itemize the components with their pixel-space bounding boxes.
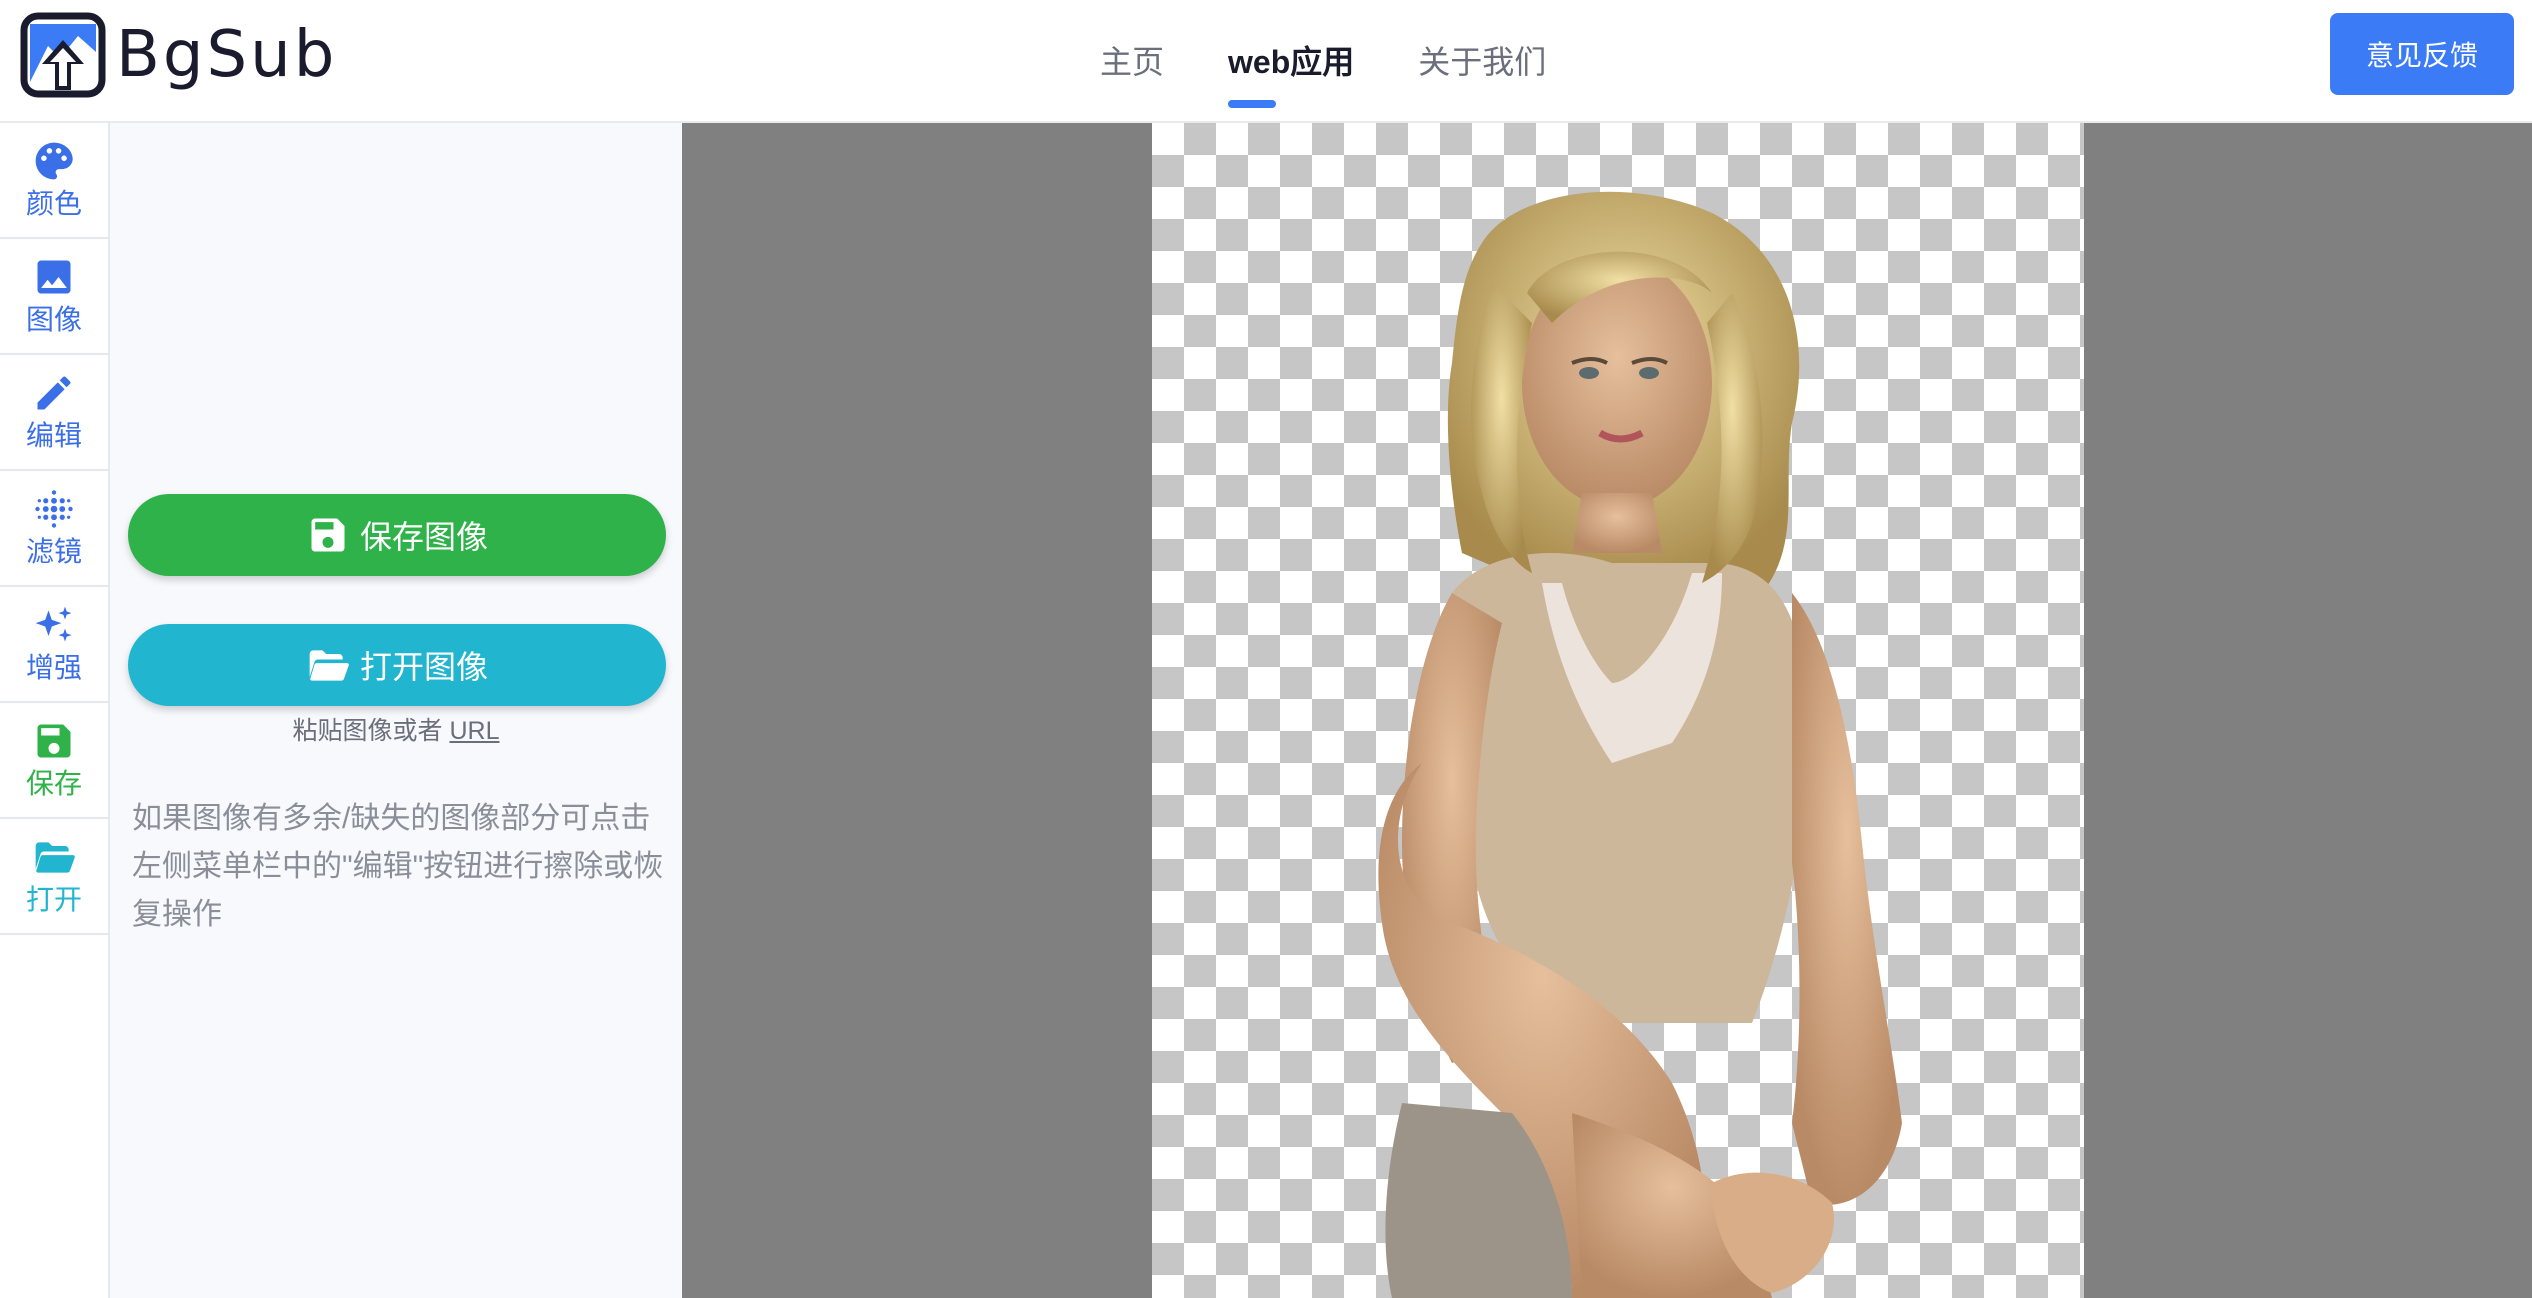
folder-open-icon: [35, 842, 75, 873]
bgsub-logo-icon: [20, 12, 106, 98]
palette-icon: [35, 142, 73, 180]
paste-url-link[interactable]: URL: [449, 717, 499, 745]
save-image-button[interactable]: 保存图像: [128, 494, 666, 576]
rail-item-label: 保存: [25, 768, 82, 799]
transparency-checkerboard: [1152, 123, 2084, 1298]
nav-about-label: 关于我们: [1418, 43, 1547, 80]
rail-item-label: 增强: [25, 652, 82, 683]
save-image-label: 保存图像: [359, 519, 488, 555]
main-nav: 主页 web应用 关于我们: [1100, 0, 1546, 123]
open-image-label: 打开图像: [359, 649, 488, 685]
nav-web-app-label: web应用: [1228, 43, 1355, 80]
nav-web-app[interactable]: web应用: [1228, 42, 1355, 108]
nav-about[interactable]: 关于我们: [1418, 42, 1546, 82]
rail-item-label: 打开: [25, 884, 82, 915]
rail-item-image[interactable]: 图像: [0, 239, 108, 355]
floppy-disk-icon: [37, 724, 71, 758]
preview-canvas[interactable]: [682, 123, 2532, 1298]
floppy-disk-icon: [311, 518, 345, 552]
pencil-icon: [37, 376, 71, 410]
tool-rail: 颜色 图像 编辑 滤镜 增强 保存 打开: [0, 123, 110, 1298]
dots-grid-icon: [35, 490, 73, 528]
nav-home[interactable]: 主页: [1100, 42, 1164, 82]
folder-open-icon: [309, 650, 349, 681]
logo[interactable]: BgSub: [20, 12, 337, 98]
rail-item-label: 图像: [25, 304, 82, 335]
rail-item-edit[interactable]: 编辑: [0, 355, 108, 471]
rail-item-enhance[interactable]: 增强: [0, 587, 108, 703]
edit-tip-text: 如果图像有多余/缺失的图像部分可点击左侧菜单栏中的"编辑"按钮进行擦除或恢复操作: [132, 802, 664, 931]
rail-item-filter[interactable]: 滤镜: [0, 471, 108, 587]
sparkles-icon: [35, 606, 72, 642]
cutout-subject-image: [1378, 191, 1902, 1298]
image-icon: [37, 260, 71, 294]
feedback-button[interactable]: 意见反馈: [2330, 13, 2514, 95]
active-nav-indicator: [1228, 99, 1277, 108]
paste-hint: 粘贴图像或者 URL: [110, 711, 682, 747]
open-image-button[interactable]: 打开图像: [128, 624, 666, 706]
rail-item-label: 滤镜: [25, 536, 82, 567]
rail-item-label: 颜色: [25, 188, 82, 219]
rail-item-color[interactable]: 颜色: [0, 123, 108, 239]
action-panel: 保存图像 打开图像 粘贴图像或者 URL 如果图像有多余/缺失的图像部分可点击左…: [110, 123, 682, 1298]
rail-item-label: 编辑: [25, 420, 82, 451]
rail-item-save[interactable]: 保存: [0, 703, 108, 819]
rail-item-open[interactable]: 打开: [0, 819, 108, 935]
top-header: BgSub 主页 web应用 关于我们 意见反馈: [0, 0, 2532, 123]
nav-home-label: 主页: [1100, 43, 1165, 80]
paste-hint-text: 粘贴图像或者: [292, 717, 443, 745]
logo-text: BgSub: [116, 18, 338, 92]
